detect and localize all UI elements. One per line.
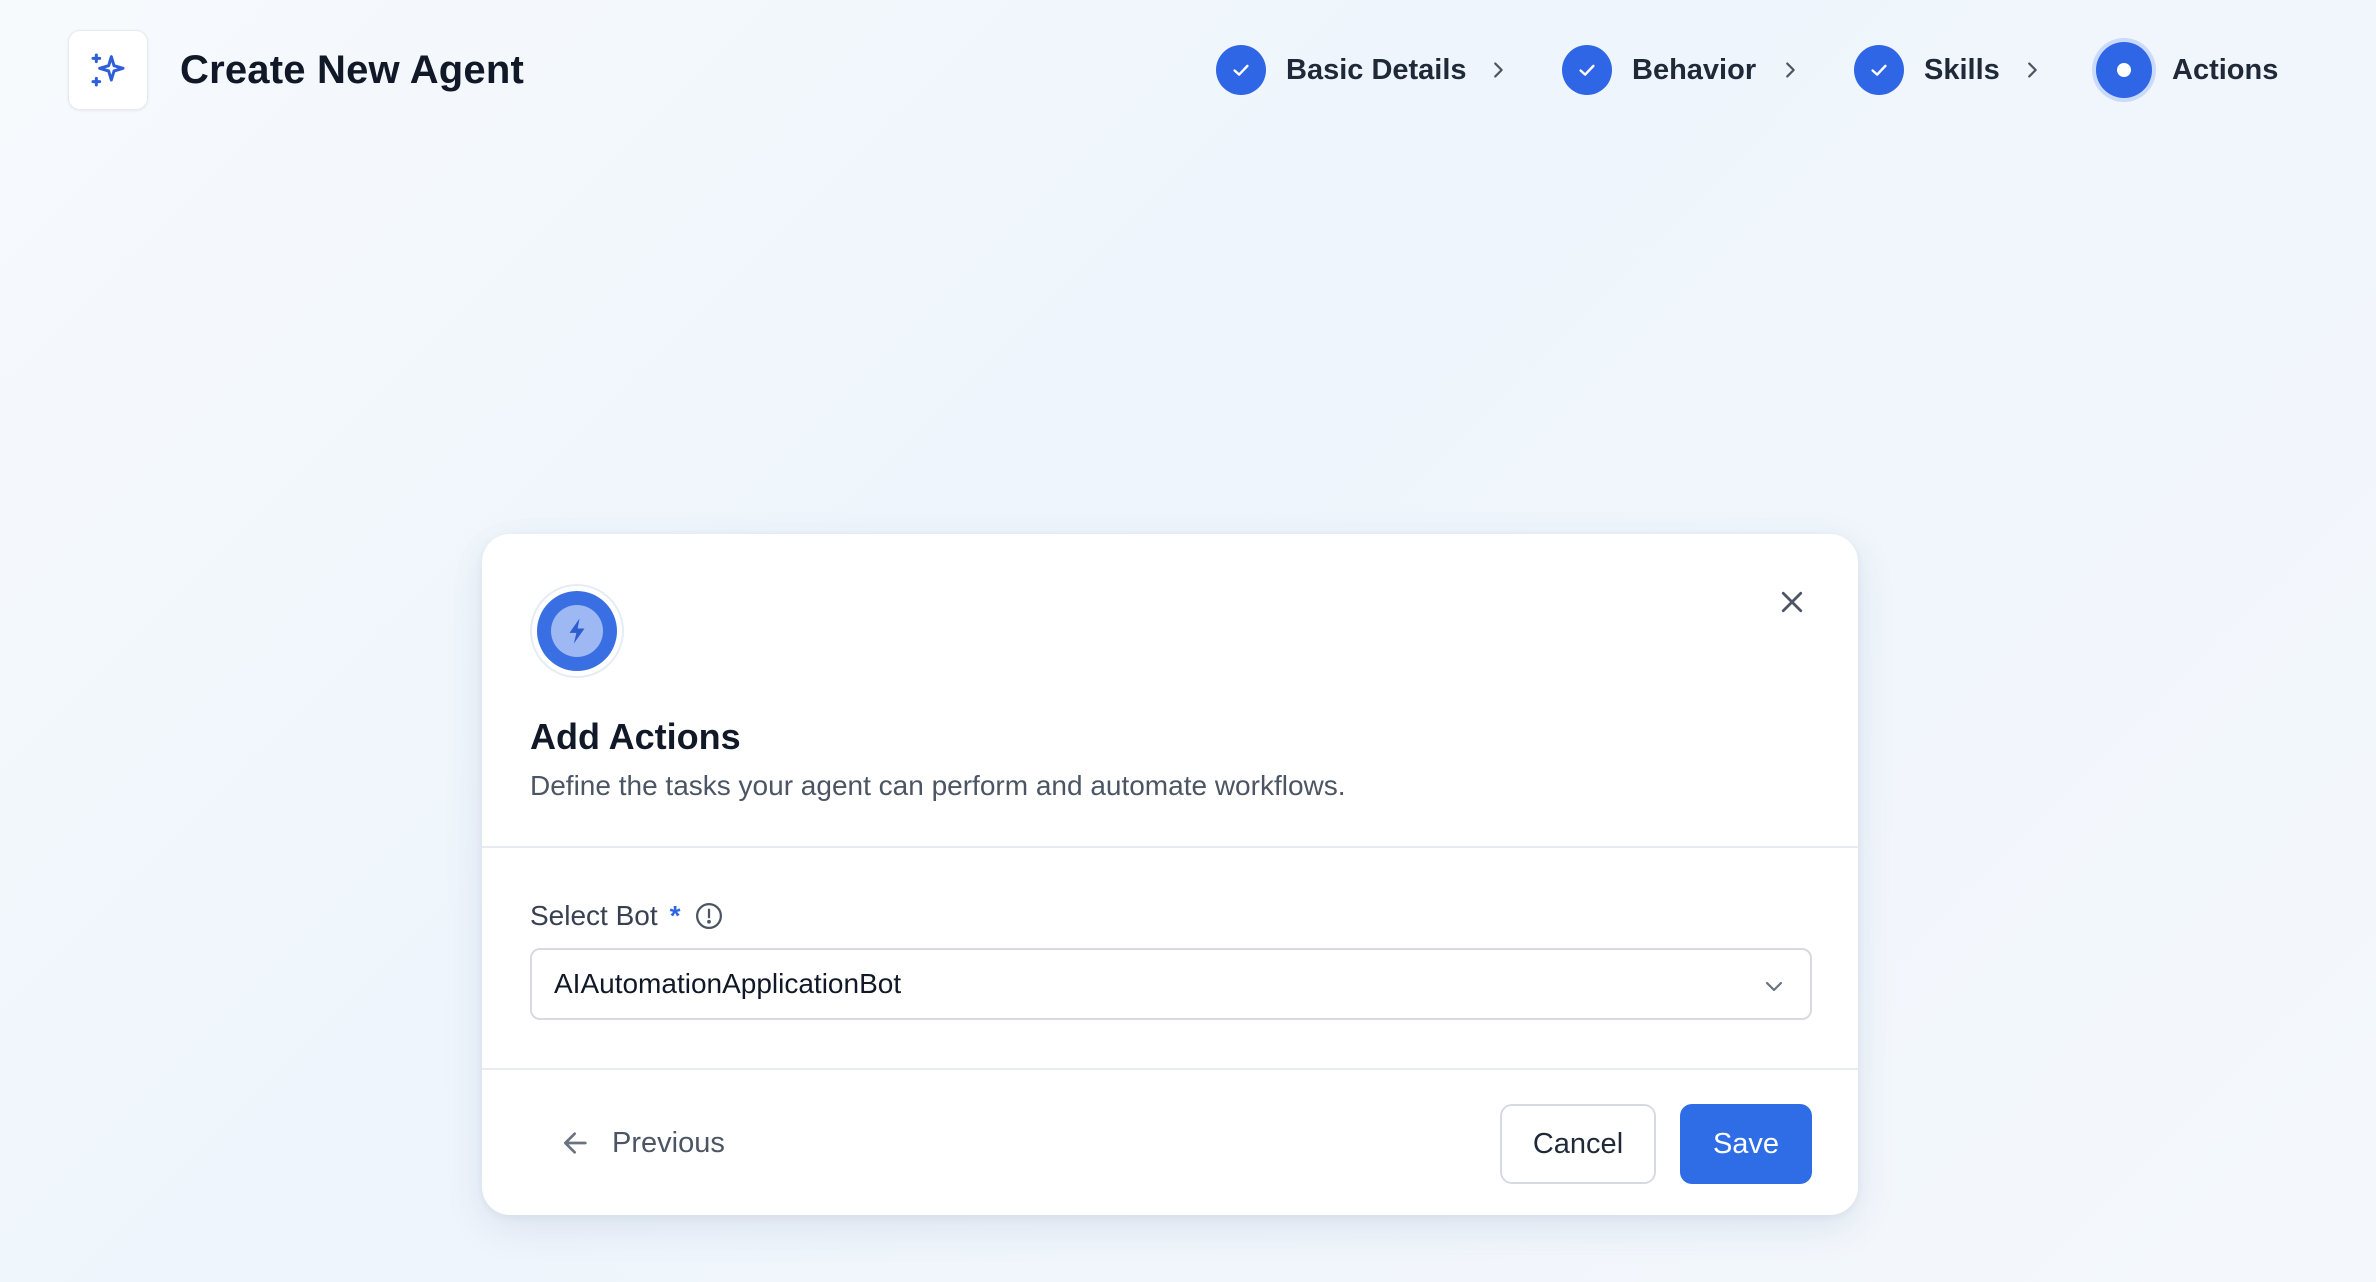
chevron-down-icon bbox=[1760, 972, 1788, 1000]
divider bbox=[482, 846, 1858, 848]
step-label: Basic Details bbox=[1286, 53, 1467, 86]
chevron-right-icon bbox=[1776, 56, 1804, 84]
divider bbox=[482, 1068, 1858, 1070]
step-label: Actions bbox=[2172, 53, 2279, 86]
info-icon[interactable] bbox=[693, 900, 725, 932]
sparkles-icon bbox=[91, 53, 125, 87]
arrow-left-icon bbox=[564, 1132, 587, 1154]
page-title: Create New Agent bbox=[180, 48, 525, 92]
dialog-subtitle: Define the tasks your agent can perform … bbox=[530, 770, 1346, 801]
step-complete-indicator bbox=[1854, 45, 1904, 95]
chevron-right-icon bbox=[2018, 56, 2046, 84]
lightning-bolt-icon bbox=[569, 618, 585, 644]
close-button[interactable] bbox=[1772, 582, 1812, 622]
progress-stepper: Basic Details Behavior Skills Actions bbox=[1216, 40, 2278, 100]
check-icon bbox=[1233, 64, 1249, 76]
current-dot bbox=[2117, 63, 2131, 77]
step-label: Behavior bbox=[1632, 53, 1757, 86]
step-complete-indicator bbox=[1562, 45, 1612, 95]
step-behavior[interactable]: Behavior bbox=[1562, 40, 1756, 100]
dialog-title: Add Actions bbox=[530, 716, 741, 757]
bot-select-dropdown[interactable]: AIAutomationApplicationBot bbox=[530, 948, 1812, 1020]
step-current-indicator bbox=[2096, 42, 2152, 98]
selected-bot-value: AIAutomationApplicationBot bbox=[554, 968, 902, 999]
previous-button[interactable]: Previous bbox=[560, 1118, 725, 1168]
required-marker: * bbox=[669, 900, 681, 931]
app-logo bbox=[68, 30, 148, 110]
step-complete-indicator bbox=[1216, 45, 1266, 95]
check-icon bbox=[1871, 64, 1887, 76]
field-label: Select Bot bbox=[530, 900, 658, 931]
select-bot-label-row: Select Bot * bbox=[530, 898, 725, 934]
add-actions-dialog: Add Actions Define the tasks your agent … bbox=[482, 534, 1858, 1215]
step-label: Skills bbox=[1924, 53, 2000, 86]
step-basic-details[interactable]: Basic Details bbox=[1216, 40, 1467, 100]
previous-label: Previous bbox=[612, 1126, 725, 1159]
check-icon bbox=[1579, 64, 1595, 76]
cancel-button[interactable]: Cancel bbox=[1500, 1104, 1656, 1184]
step-skills[interactable]: Skills bbox=[1854, 40, 2000, 100]
chevron-right-icon bbox=[1484, 56, 1512, 84]
save-button[interactable]: Save bbox=[1680, 1104, 1812, 1184]
page-header: Create New Agent Basic Details Behavior bbox=[0, 0, 2376, 140]
dialog-icon-badge bbox=[530, 584, 624, 678]
close-icon bbox=[1781, 591, 1803, 613]
step-actions[interactable]: Actions bbox=[2096, 40, 2278, 100]
